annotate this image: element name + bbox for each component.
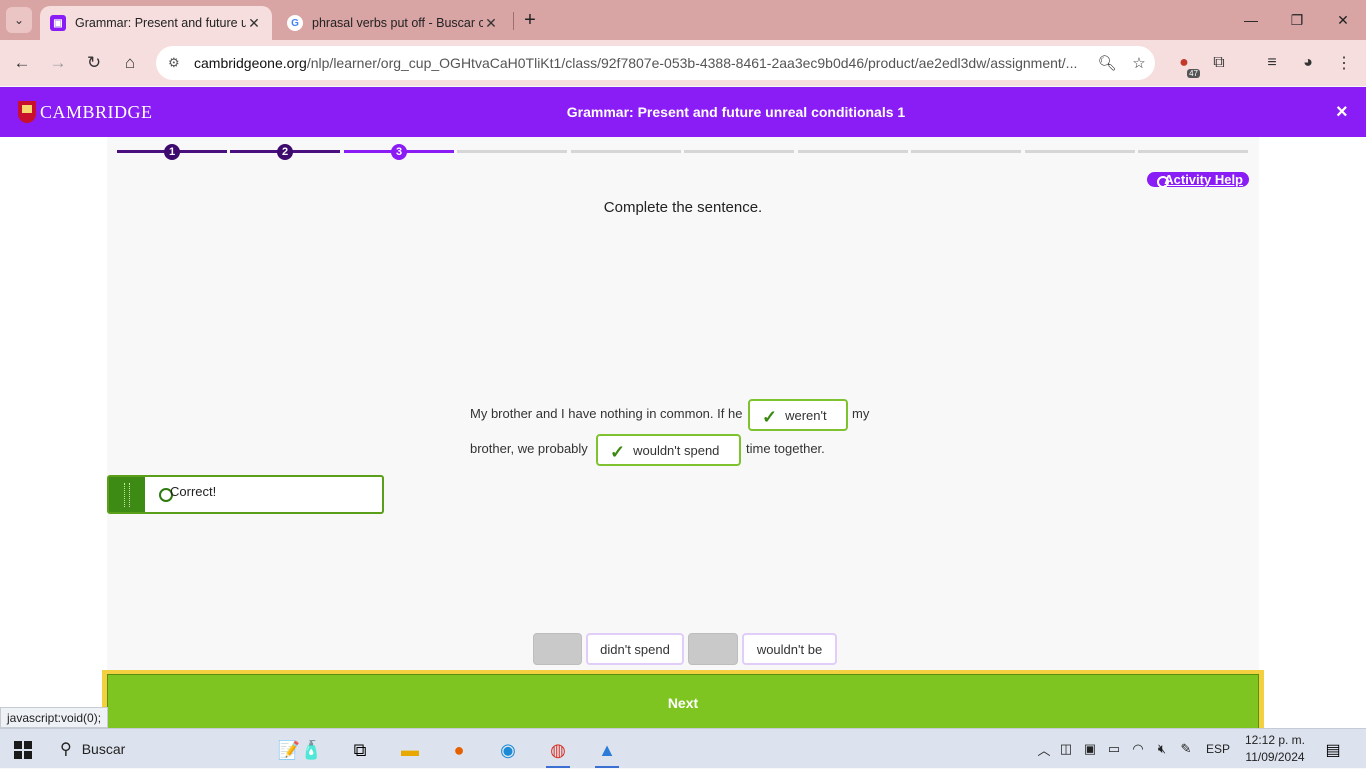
step-2[interactable]: 2 xyxy=(277,144,293,160)
option-chip[interactable]: wouldn't be xyxy=(742,633,837,665)
taskbar-clock[interactable]: 12:12 p. m. 11/09/2024 xyxy=(1240,732,1310,766)
reload-button[interactable]: ↻ xyxy=(80,49,108,77)
tray-app-icon[interactable]: ▣ xyxy=(1078,741,1102,757)
activity-header: CAMBRIDGE Grammar: Present and future un… xyxy=(0,87,1366,137)
search-highlight-icon[interactable]: 📝🧴 xyxy=(265,733,335,767)
sentence-part: my xyxy=(852,406,870,421)
browser-tab-bar: ⌄ ▣ Grammar: Present and future unreal c… xyxy=(0,0,1366,40)
close-activity-button[interactable]: × xyxy=(1336,101,1348,124)
forward-button[interactable]: → xyxy=(44,49,72,77)
restore-button[interactable]: ❐ xyxy=(1274,0,1320,40)
sentence-part: My brother and I have nothing in common.… xyxy=(470,406,743,421)
progress-segment xyxy=(684,150,794,153)
feedback-text: Correct! xyxy=(170,484,217,499)
activity-help-button[interactable]: Activity Help xyxy=(1147,172,1249,188)
activity-panel xyxy=(107,137,1259,672)
progress-segment xyxy=(911,150,1021,153)
cambridge-favicon-icon: ▣ xyxy=(50,15,66,31)
notifications-icon[interactable]: ▤ xyxy=(1313,733,1353,767)
google-favicon-icon: G xyxy=(287,15,303,31)
option-chip-used xyxy=(688,633,738,665)
minimize-button[interactable]: — xyxy=(1228,0,1274,40)
tab-title: Grammar: Present and future unreal condi… xyxy=(75,16,246,30)
sentence-part: time together. xyxy=(746,441,825,456)
feedback-panel: Correct! xyxy=(107,475,384,514)
extension-icon[interactable]: ● 47 xyxy=(1170,50,1200,78)
help-icon xyxy=(1157,176,1169,188)
feedback-drag-handle[interactable] xyxy=(109,477,145,512)
progress-segment xyxy=(1025,150,1135,153)
profile-avatar[interactable]: ◕ xyxy=(1294,50,1322,76)
status-bar-url: javascript:void(0); xyxy=(0,707,109,728)
wifi-icon[interactable]: ◠ xyxy=(1126,741,1150,757)
zoom-icon[interactable]: 🔍︎ xyxy=(1091,54,1123,72)
firefox-icon[interactable]: ● xyxy=(439,733,479,767)
activity-title: Grammar: Present and future unreal condi… xyxy=(566,104,906,120)
window-close-button[interactable]: ✕ xyxy=(1320,0,1366,40)
file-explorer-icon[interactable]: ▬ xyxy=(390,733,430,767)
progress-segment xyxy=(798,150,908,153)
tab-grammar[interactable]: ▣ Grammar: Present and future unreal con… xyxy=(40,6,272,40)
back-button[interactable]: ← xyxy=(8,49,36,77)
progress-segment xyxy=(571,150,681,153)
next-button[interactable]: Next xyxy=(107,674,1259,732)
bookmark-star-icon[interactable]: ☆ xyxy=(1123,54,1155,72)
progress-segment xyxy=(1138,150,1248,153)
step-3[interactable]: 3 xyxy=(391,144,407,160)
progress-bar: 1 2 3 xyxy=(117,144,1249,160)
edge-icon[interactable]: ◉ xyxy=(488,733,528,767)
language-indicator[interactable]: ESP xyxy=(1198,742,1238,756)
chrome-icon[interactable]: ◍ xyxy=(538,733,578,768)
tray-app-icon[interactable]: ◫ xyxy=(1054,741,1078,757)
site-settings-icon[interactable]: ⚙ xyxy=(168,55,184,71)
tab-title: phrasal verbs put off - Buscar con Googl… xyxy=(312,16,483,30)
address-bar[interactable]: ⚙ cambridgeone.org/nlp/learner/org_cup_O… xyxy=(156,46,1155,80)
tab-separator xyxy=(513,12,514,30)
media-control-icon[interactable]: ≡ xyxy=(1258,50,1286,76)
option-chip[interactable]: didn't spend xyxy=(586,633,684,665)
system-tray: ︿ ◫ ▣ ▭ ◠ 🔇︎ ✎ ESP xyxy=(1034,729,1238,769)
tab-search-icon[interactable]: ⌄ xyxy=(6,7,32,33)
option-chip-used xyxy=(533,633,582,665)
answer-slot-2[interactable]: ✓ wouldn't spend xyxy=(596,434,741,466)
grip-icon xyxy=(124,483,130,507)
tab-google-search[interactable]: G phrasal verbs put off - Buscar con Goo… xyxy=(277,6,509,40)
windows-start-icon[interactable] xyxy=(14,741,32,759)
browser-toolbar: ← → ↻ ⌂ ⚙ cambridgeone.org/nlp/learner/o… xyxy=(0,40,1366,86)
task-view-icon[interactable]: ⧉ xyxy=(340,733,380,767)
progress-segment xyxy=(457,150,567,153)
new-tab-button[interactable]: + xyxy=(518,8,542,32)
sentence-part: brother, we probably xyxy=(470,441,588,456)
url-text[interactable]: cambridgeone.org/nlp/learner/org_cup_OGH… xyxy=(194,55,1091,71)
answer-slot-1[interactable]: ✓ weren't xyxy=(748,399,848,431)
step-1[interactable]: 1 xyxy=(164,144,180,160)
battery-icon[interactable]: ▭ xyxy=(1102,741,1126,757)
chevron-up-icon[interactable]: ︿ xyxy=(1034,740,1054,759)
check-icon: ✓ xyxy=(762,406,778,427)
windows-taskbar: ⚲ Buscar 📝🧴 ⧉ ▬ ● ◉ ◍ ▲ ︿ ◫ ▣ ▭ ◠ 🔇︎ ✎ E… xyxy=(0,728,1366,768)
close-tab-icon[interactable]: ✕ xyxy=(246,15,262,32)
search-icon: ⚲ xyxy=(60,741,72,758)
home-button[interactable]: ⌂ xyxy=(116,49,144,77)
volume-muted-icon[interactable]: 🔇︎ xyxy=(1150,741,1174,757)
photos-icon[interactable]: ▲ xyxy=(587,733,627,768)
extensions-puzzle-icon[interactable]: ⧉ xyxy=(1205,50,1233,76)
check-icon: ✓ xyxy=(610,441,626,462)
instruction-text: Complete the sentence. xyxy=(603,199,763,216)
menu-kebab-icon[interactable]: ⋮ xyxy=(1330,50,1358,76)
close-tab-icon[interactable]: ✕ xyxy=(483,15,499,32)
pen-icon[interactable]: ✎ xyxy=(1174,741,1198,757)
